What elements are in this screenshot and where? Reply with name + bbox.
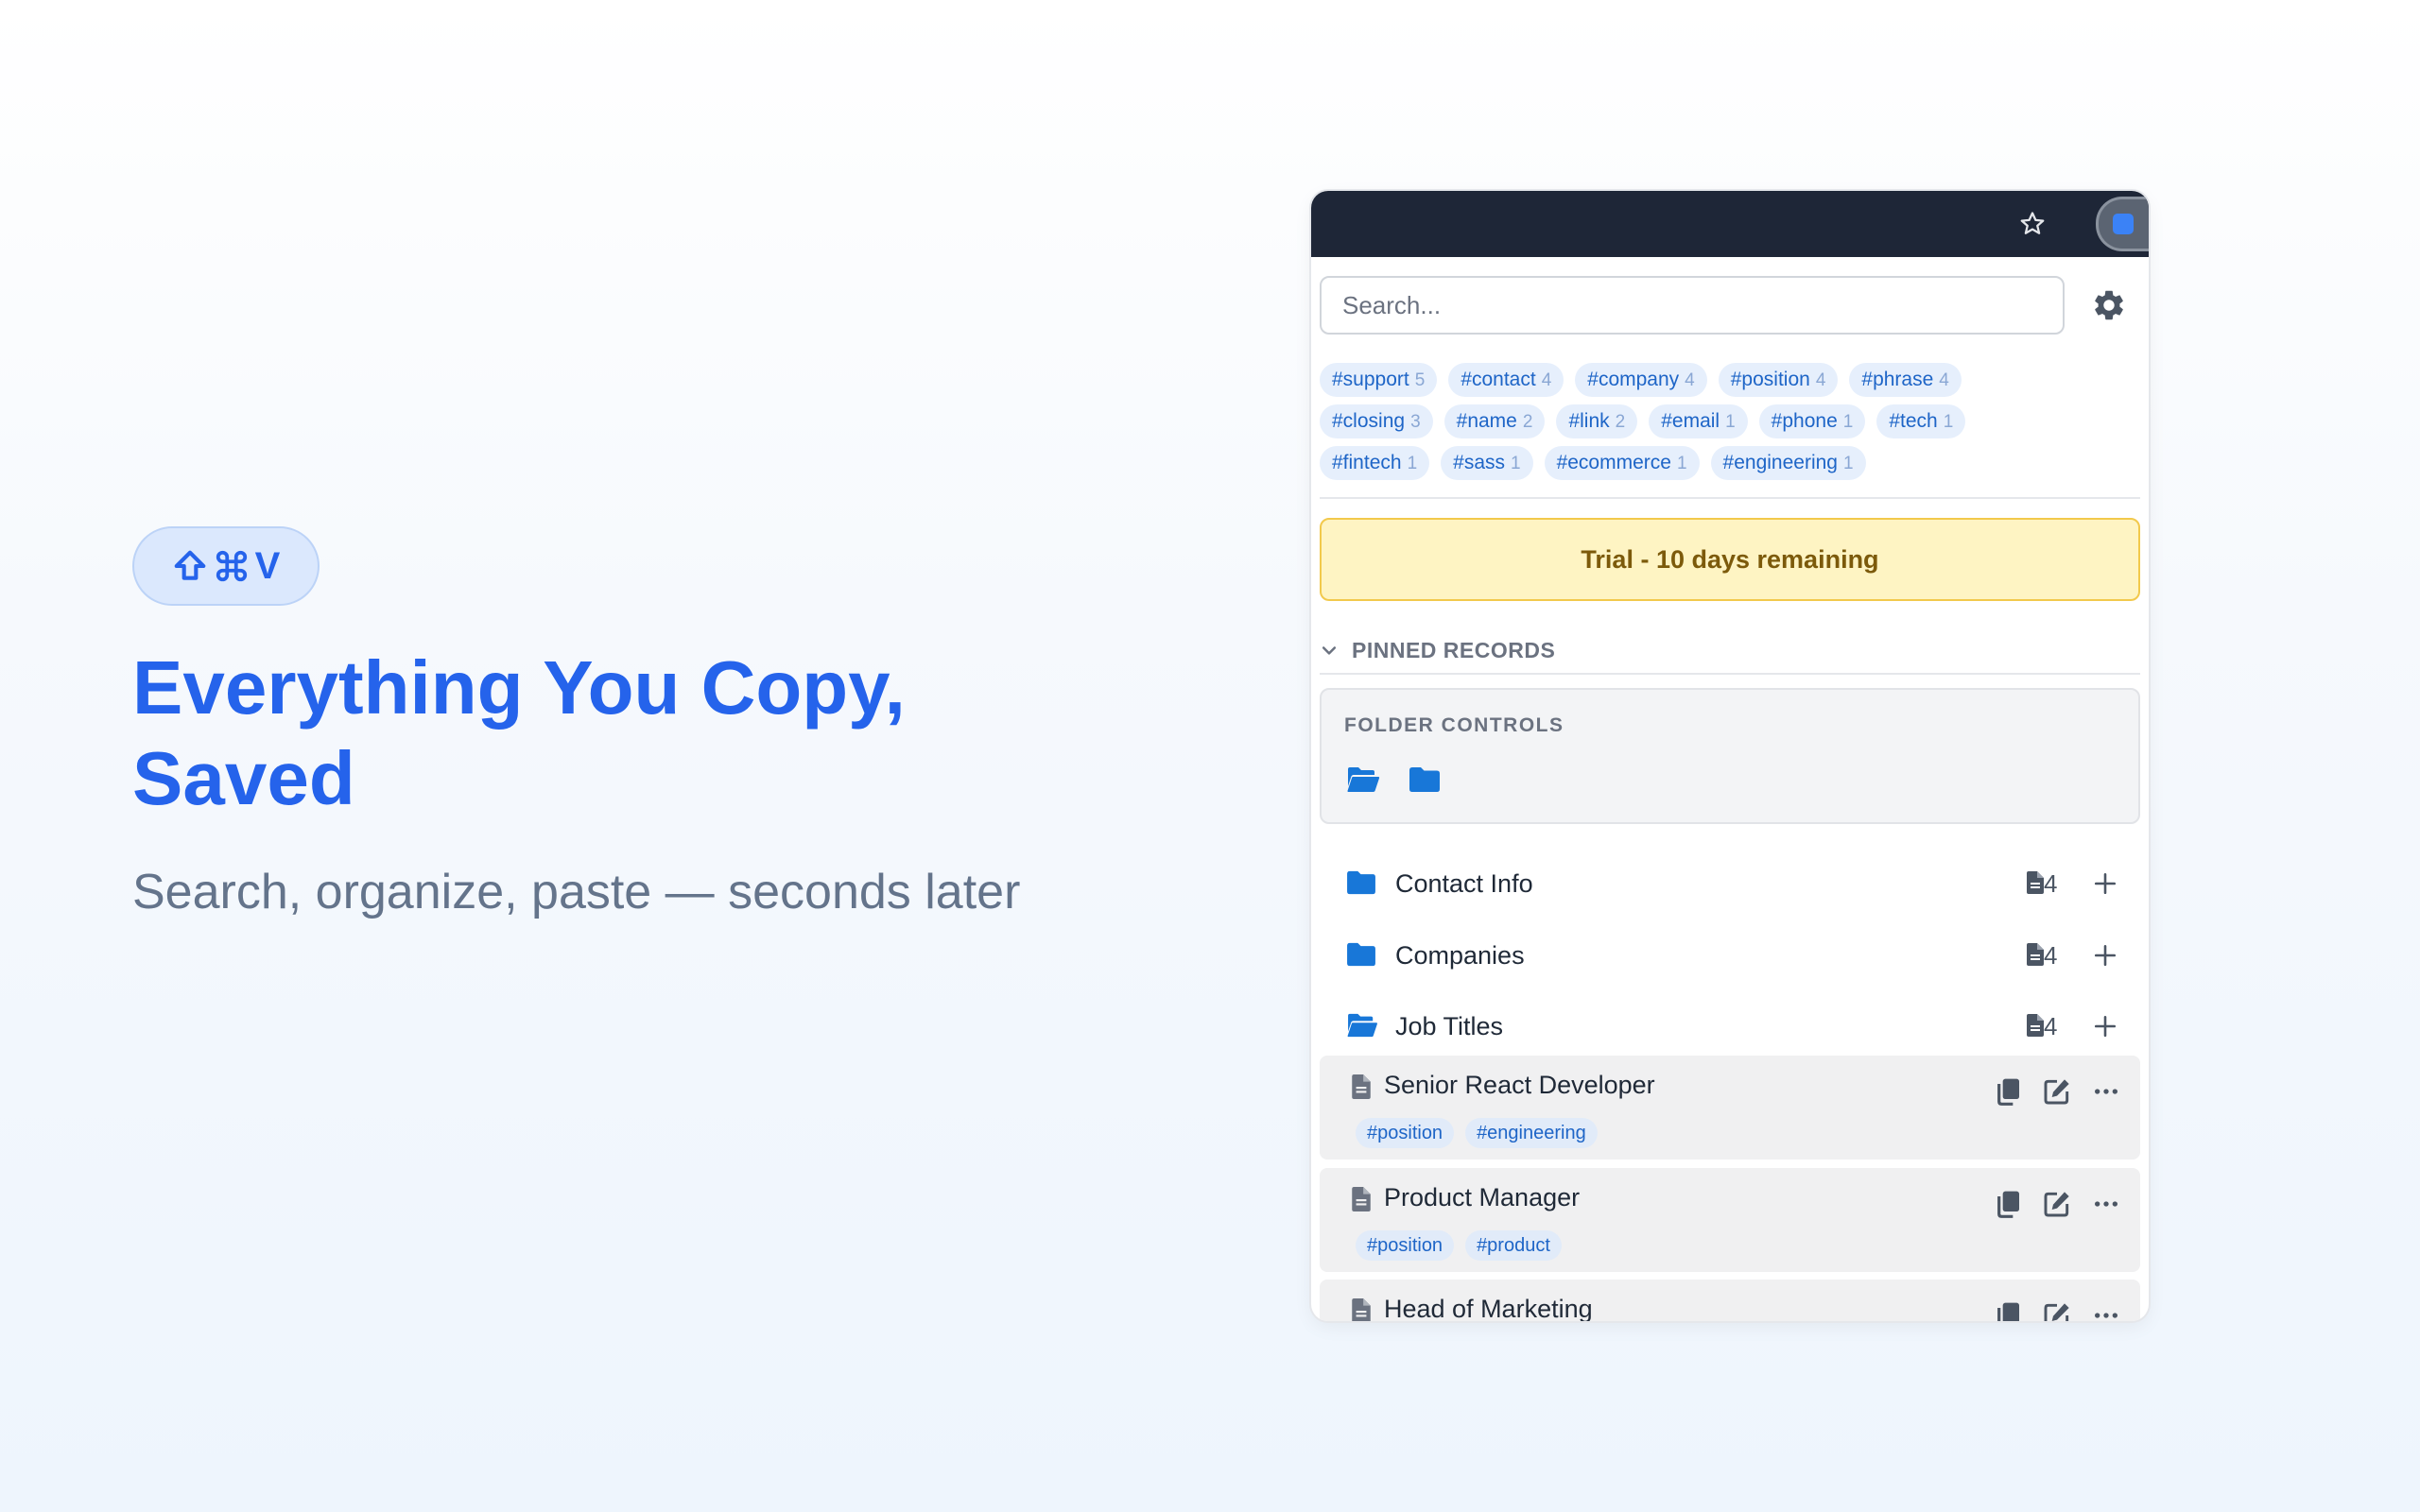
- folder-controls-label: FOLDER CONTROLS: [1344, 714, 1564, 736]
- more-options-icon[interactable]: [2091, 1076, 2121, 1107]
- tag-count: 1: [1842, 454, 1854, 473]
- search-input[interactable]: [1320, 276, 2065, 335]
- document-count-icon: [2027, 871, 2044, 894]
- folder-name: Companies: [1395, 940, 1525, 970]
- folder-open-icon: [1347, 1013, 1377, 1038]
- bookmark-star-icon[interactable]: [2018, 210, 2047, 238]
- folder-count: 4: [2044, 940, 2058, 970]
- document-count-icon: [2027, 943, 2044, 966]
- folder-row-job-titles[interactable]: Job Titles 4: [1320, 995, 2140, 1057]
- document-count-icon: [2027, 1014, 2044, 1037]
- tag-count: 1: [1943, 412, 1954, 432]
- copy-icon[interactable]: [1993, 1076, 2023, 1107]
- record-tag[interactable]: #position: [1356, 1118, 1455, 1148]
- tag-chip[interactable]: #support 5: [1320, 363, 1438, 397]
- tag-chip[interactable]: #phrase 4: [1849, 363, 1962, 397]
- tag-count: 2: [1522, 412, 1533, 432]
- tag-chip[interactable]: #closing 3: [1320, 404, 1433, 438]
- record-item[interactable]: Head of Marketing: [1320, 1280, 2140, 1321]
- tag-count: 1: [1407, 454, 1418, 473]
- folder-name: Contact Info: [1395, 868, 1533, 898]
- add-to-folder-icon[interactable]: [2093, 943, 2118, 968]
- tag-count: 1: [1511, 454, 1521, 473]
- tag-count: 4: [1815, 370, 1826, 390]
- copy-icon[interactable]: [1993, 1300, 2023, 1321]
- tag-chip[interactable]: #company 4: [1575, 363, 1707, 397]
- shift-icon: [174, 550, 205, 580]
- record-title: Head of Marketing: [1384, 1295, 1593, 1321]
- folder-count: 4: [2044, 868, 2058, 898]
- tag-count: 2: [1615, 412, 1626, 432]
- tag-count: 1: [1842, 412, 1854, 432]
- hero-headline: Everything You Copy, Saved: [132, 643, 983, 824]
- record-tag[interactable]: #engineering: [1465, 1118, 1598, 1148]
- tag-count: 3: [1410, 412, 1421, 432]
- document-icon: [1352, 1074, 1371, 1099]
- hero-subline: Search, organize, paste — seconds later: [132, 865, 1021, 919]
- tag-filter-row: #support 5 #contact 4 #company 4 #position 4…: [1320, 363, 1962, 397]
- folder-icon: [1347, 870, 1375, 895]
- tag-chip[interactable]: #ecommerce 1: [1544, 446, 1700, 480]
- record-title: Product Manager: [1384, 1183, 1581, 1211]
- tag-count: 1: [1676, 454, 1687, 473]
- tag-count: 4: [1685, 370, 1695, 390]
- divider: [1320, 497, 2140, 499]
- tag-chip[interactable]: #contact 4: [1448, 363, 1564, 397]
- shortcut-key-label: V: [254, 544, 281, 587]
- folder-row-contact-info[interactable]: Contact Info 4: [1320, 852, 2140, 915]
- tag-count: 4: [1541, 370, 1552, 390]
- tag-count: 1: [1725, 412, 1736, 432]
- tag-chip[interactable]: #tech 1: [1876, 404, 1966, 438]
- tag-count: 4: [1939, 370, 1949, 390]
- tag-filter-row: #fintech 1 #sass 1 #ecommerce 1 #engineerin…: [1320, 446, 1866, 480]
- command-icon: [216, 550, 247, 582]
- tag-chip[interactable]: #sass 1: [1441, 446, 1533, 480]
- tag-chip[interactable]: #phone 1: [1758, 404, 1866, 438]
- settings-gear-icon[interactable]: [2091, 287, 2127, 323]
- browser-toolbar: [1311, 191, 2149, 257]
- chevron-down-icon: [1322, 646, 1337, 655]
- tag-chip[interactable]: #position 4: [1718, 363, 1839, 397]
- document-icon: [1352, 1298, 1371, 1321]
- folder-controls-panel: FOLDER CONTROLS: [1320, 688, 2140, 824]
- record-item[interactable]: Product Manager #position #product: [1320, 1168, 2140, 1272]
- pinned-records-label: PINNED RECORDS: [1352, 637, 1556, 662]
- more-options-icon[interactable]: [2091, 1189, 2121, 1219]
- record-tags: #position #product: [1356, 1230, 1562, 1261]
- tag-chip[interactable]: #email 1: [1649, 404, 1748, 438]
- folder-icon: [1347, 942, 1375, 967]
- more-options-icon[interactable]: [2091, 1300, 2121, 1321]
- tag-chip[interactable]: #fintech 1: [1320, 446, 1430, 480]
- tag-count: 5: [1414, 370, 1426, 390]
- tag-chip[interactable]: #link 2: [1556, 404, 1638, 438]
- copy-icon[interactable]: [1993, 1189, 2023, 1219]
- edit-icon[interactable]: [2042, 1189, 2072, 1219]
- record-tags: #position #engineering: [1356, 1118, 1598, 1148]
- expand-all-folders-icon[interactable]: [1346, 765, 1380, 794]
- extension-icon[interactable]: [2096, 197, 2149, 251]
- edit-icon[interactable]: [2042, 1076, 2072, 1107]
- collapse-all-folders-icon[interactable]: [1409, 765, 1441, 794]
- add-to-folder-icon[interactable]: [2093, 1014, 2118, 1039]
- trial-banner[interactable]: Trial - 10 days remaining: [1320, 518, 2140, 601]
- document-icon: [1352, 1187, 1371, 1211]
- hero-headline-line1: Everything You Copy,: [132, 645, 906, 730]
- record-title: Senior React Developer: [1384, 1071, 1655, 1099]
- folder-name: Job Titles: [1395, 1011, 1504, 1040]
- folder-row-companies[interactable]: Companies 4: [1320, 924, 2140, 987]
- record-tag[interactable]: #position: [1356, 1230, 1455, 1261]
- hero-headline-line2: Saved: [132, 736, 355, 820]
- edit-icon[interactable]: [2042, 1300, 2072, 1321]
- divider: [1320, 673, 2140, 675]
- tag-filter-row: #closing 3 #name 2 #link 2 #email 1 #phone 1 …: [1320, 404, 1966, 438]
- add-to-folder-icon[interactable]: [2093, 871, 2118, 896]
- extension-popup: #support5 #contact4 #company4 #position4…: [1311, 191, 2149, 1321]
- tag-chip[interactable]: #engineering 1: [1710, 446, 1866, 480]
- tag-chip[interactable]: #name 2: [1443, 404, 1546, 438]
- shortcut-badge: V: [132, 526, 320, 606]
- record-tag[interactable]: #product: [1465, 1230, 1562, 1261]
- pinned-records-toggle[interactable]: PINNED RECORDS: [1320, 631, 1555, 669]
- record-item[interactable]: Senior React Developer #position #engine…: [1320, 1056, 2140, 1160]
- folder-count: 4: [2044, 1011, 2058, 1040]
